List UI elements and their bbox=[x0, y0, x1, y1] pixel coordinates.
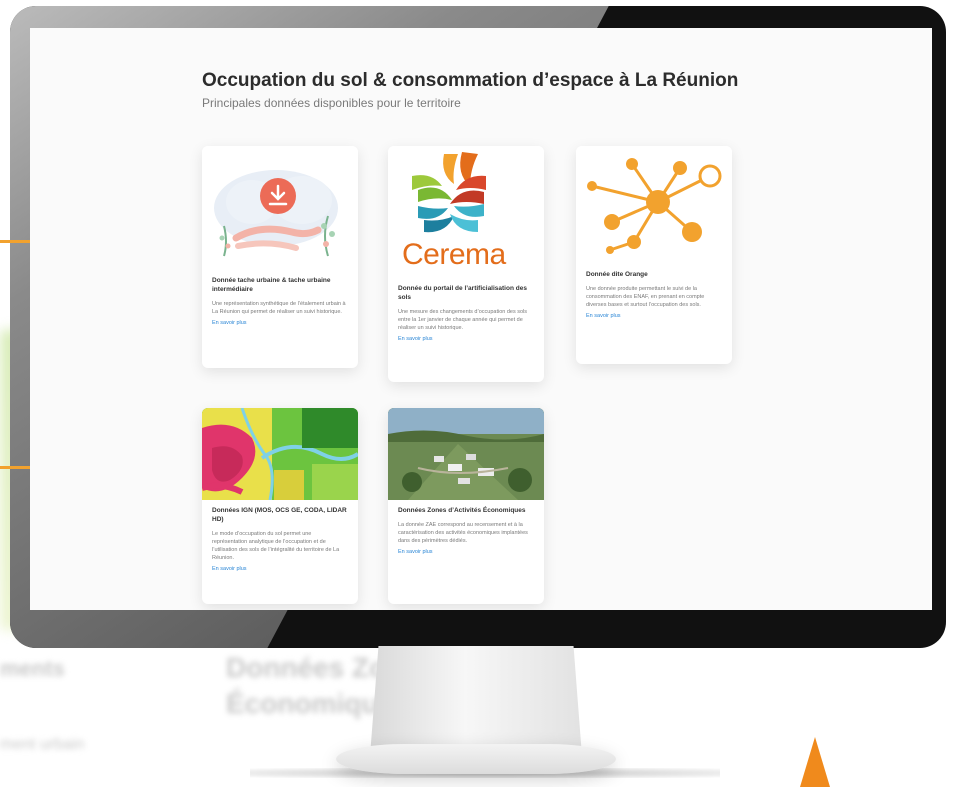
card-title: Donnée du portail de l’artificialisation… bbox=[398, 285, 527, 301]
card-description: La donnée ZAE correspond au recensement … bbox=[398, 522, 528, 544]
read-more-link[interactable]: En savoir plus bbox=[388, 549, 544, 555]
page-subtitle: Principales données disponibles pour le … bbox=[202, 96, 461, 110]
data-card-ign[interactable]: Données IGN (MOS, OCS GE, CODA, LIDAR HD… bbox=[202, 408, 358, 604]
download-cloud-icon bbox=[214, 170, 338, 257]
data-card-orange[interactable]: Donnée dite Orange Une donnée produite p… bbox=[576, 146, 732, 364]
orange-cone-decoration bbox=[800, 737, 830, 787]
background-blur-text: ments bbox=[0, 656, 65, 681]
data-card-tache-urbaine[interactable]: Donnée tache urbaine & tache urbaine int… bbox=[202, 146, 358, 368]
background-blur-text: ment urbain bbox=[0, 736, 85, 753]
network-nodes-icon bbox=[587, 158, 722, 254]
land-use-map bbox=[202, 408, 358, 500]
read-more-link[interactable]: En savoir plus bbox=[202, 320, 358, 326]
card-title: Données Zones d’Activités Économiques bbox=[398, 507, 526, 514]
card-illustration bbox=[576, 146, 732, 264]
aerial-photo-image bbox=[388, 408, 544, 500]
cerema-logo-mark bbox=[412, 152, 486, 233]
land-use-map-image bbox=[202, 408, 358, 500]
card-title: Données IGN (MOS, OCS GE, CODA, LIDAR HD… bbox=[212, 507, 347, 523]
monitor-stand-neck bbox=[370, 646, 582, 756]
data-card-cerema[interactable]: Cerema Donnée du portail de l’artificial… bbox=[388, 146, 544, 382]
card-description: Le mode d’occupation du sol permet une r… bbox=[212, 531, 340, 561]
card-title: Donnée tache urbaine & tache urbaine int… bbox=[212, 277, 331, 293]
read-more-link[interactable]: En savoir plus bbox=[576, 313, 732, 319]
monitor-stand-base bbox=[336, 744, 616, 774]
card-illustration bbox=[202, 146, 358, 270]
page-title: Occupation du sol & consommation d’espac… bbox=[202, 70, 739, 91]
data-card-zae[interactable]: Données Zones d’Activités Économiques La… bbox=[388, 408, 544, 604]
aerial-photo bbox=[388, 408, 544, 500]
card-description: Une représentation synthétique de l’étal… bbox=[212, 301, 346, 315]
read-more-link[interactable]: En savoir plus bbox=[202, 566, 358, 572]
cerema-logo: Cerema bbox=[388, 146, 544, 278]
card-description: Une donnée produite permettant le suivi … bbox=[586, 286, 705, 308]
card-description: Une mesure des changements d’occupation … bbox=[398, 309, 528, 331]
card-title: Donnée dite Orange bbox=[586, 271, 648, 278]
cerema-wordmark: Cerema bbox=[402, 238, 506, 271]
read-more-link[interactable]: En savoir plus bbox=[388, 336, 544, 342]
monitor-screen: Occupation du sol & consommation d’espac… bbox=[30, 28, 932, 610]
